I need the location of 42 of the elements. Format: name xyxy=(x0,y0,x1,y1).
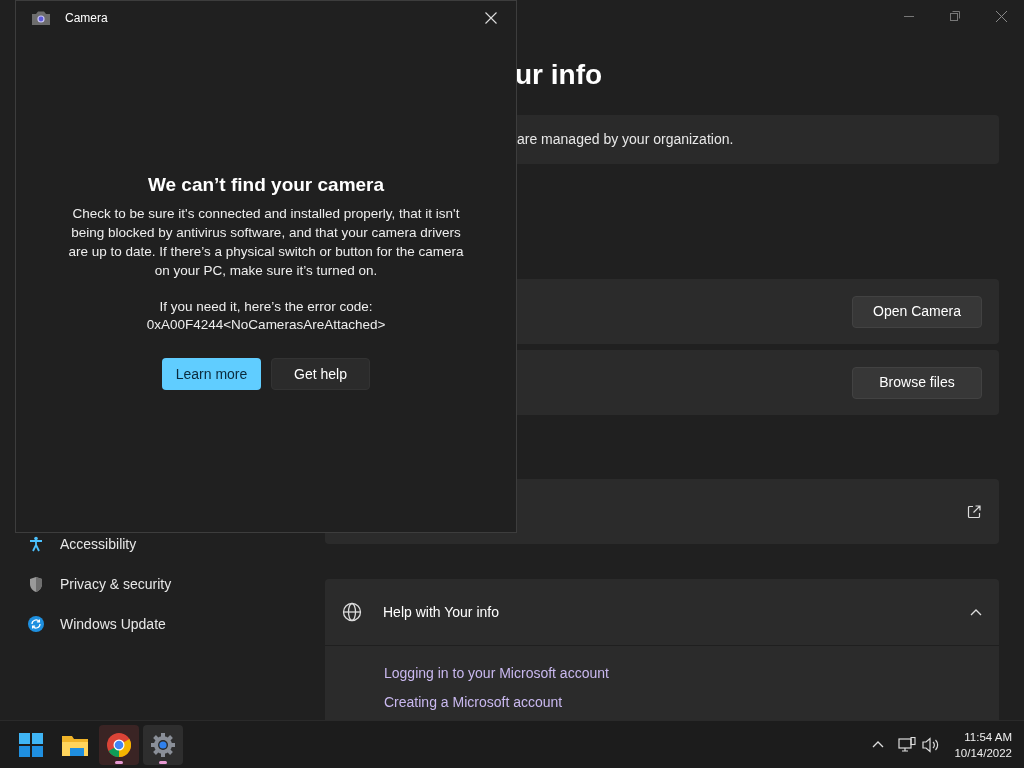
help-link[interactable]: Creating a Microsoft account xyxy=(384,692,999,712)
sync-icon xyxy=(28,615,44,633)
page-title: ur info xyxy=(515,58,603,92)
error-code: 0xA00F4244<NoCamerasAreAttached> xyxy=(146,316,386,334)
running-indicator xyxy=(159,760,167,764)
error-intro: If you need it, here’s the error code: xyxy=(159,298,373,316)
sidebar-item[interactable]: Privacy & security xyxy=(28,564,325,604)
error-message: Check to be sure it's connected and installed properly, that it isn't being blocked by antivirus software, and that your camera drivers are up to date. If there’s a physical switch or button for the camera on your PC, make sure it’s turned on. xyxy=(67,205,465,280)
shield-icon xyxy=(28,575,44,593)
learn-more-button[interactable]: Learn more xyxy=(162,358,261,390)
volume-icon[interactable] xyxy=(922,736,941,753)
action-button[interactable]: Open Camera xyxy=(852,295,982,328)
browser-icon xyxy=(107,732,131,757)
close-icon xyxy=(995,10,1007,22)
camera-icon xyxy=(32,11,50,25)
taskbar-app-button[interactable] xyxy=(143,724,183,765)
action-button[interactable]: Browse files xyxy=(852,366,982,399)
chevron-up-icon[interactable] xyxy=(970,608,982,616)
help-title: Help with Your info xyxy=(383,602,500,622)
help-link[interactable]: Logging in to your Microsoft account xyxy=(384,663,999,683)
globe-icon xyxy=(342,602,362,622)
gear-icon xyxy=(150,731,176,758)
sidebar-item[interactable]: Accessibility xyxy=(28,524,325,564)
restore-icon xyxy=(950,11,960,21)
windows-logo-icon xyxy=(19,732,43,757)
external-link-icon[interactable] xyxy=(967,504,981,519)
clock-time[interactable]: 11:54 AM xyxy=(964,728,1012,745)
minimize-icon xyxy=(904,15,914,17)
close-icon xyxy=(485,12,497,24)
window-title: Camera xyxy=(65,10,109,27)
folder-icon xyxy=(62,733,88,756)
sidebar-item[interactable]: Windows Update xyxy=(28,604,325,644)
person-icon xyxy=(28,536,44,552)
help-header[interactable]: Help with Your info xyxy=(325,579,999,646)
network-icon[interactable] xyxy=(898,736,917,753)
get-help-button[interactable]: Get help xyxy=(271,358,370,390)
taskbar-app-button[interactable] xyxy=(99,724,139,765)
running-indicator xyxy=(115,760,123,764)
error-heading: We can’t find your camera xyxy=(147,173,385,197)
notice-text: are managed by your organization. xyxy=(517,130,734,149)
clock-date[interactable]: 10/14/2022 xyxy=(954,744,1012,761)
chevron-up-icon[interactable] xyxy=(872,741,885,748)
